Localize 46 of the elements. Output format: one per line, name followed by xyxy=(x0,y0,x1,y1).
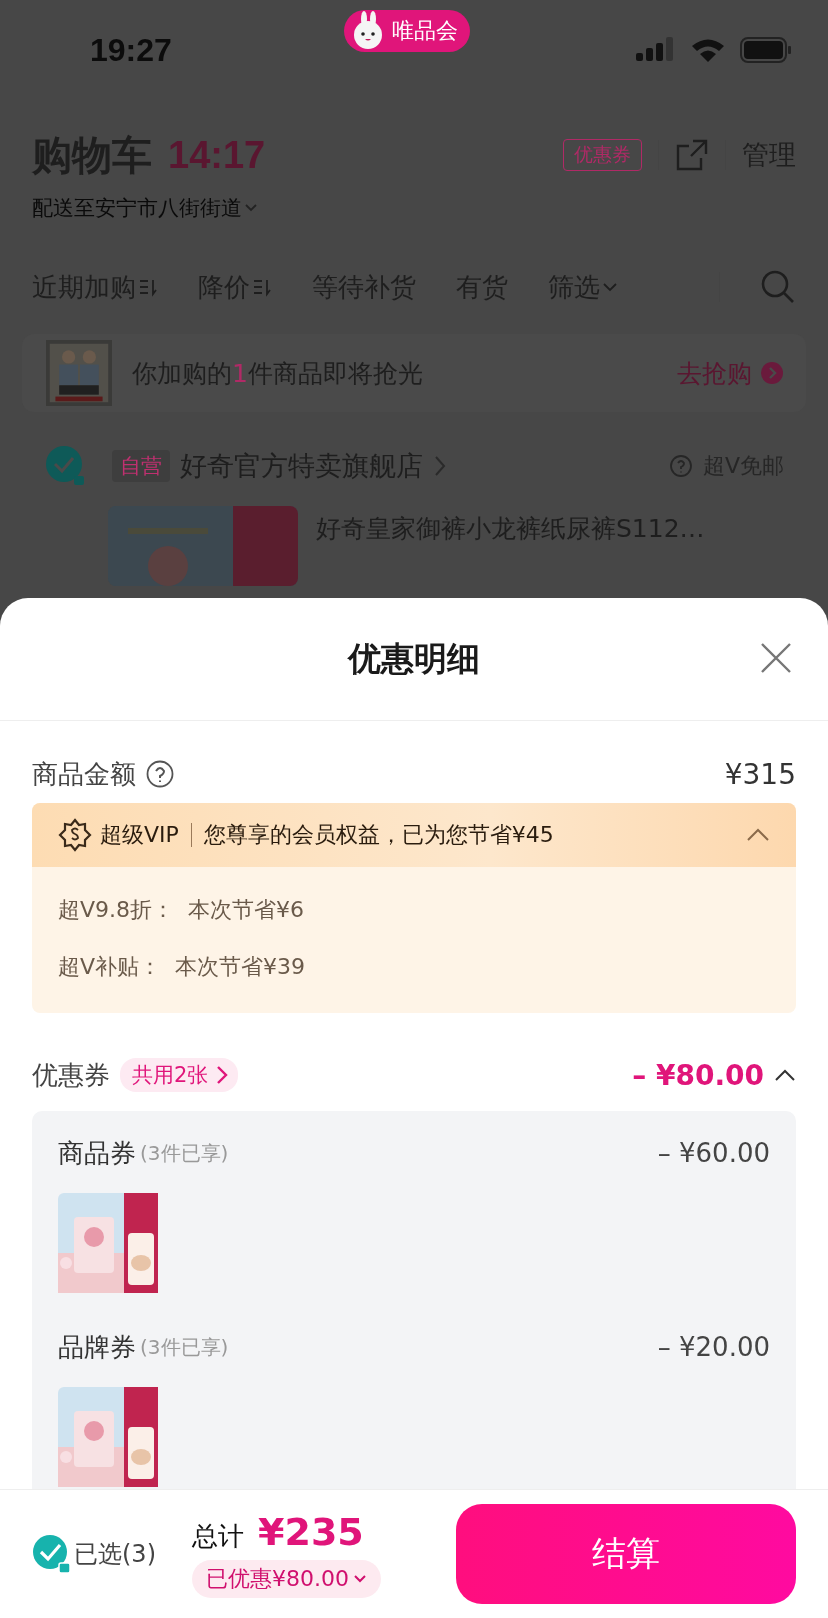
coupon-amount: – ¥20.00 xyxy=(657,1332,770,1362)
coupon-name: 商品券 xyxy=(58,1136,136,1170)
arrow-right-icon xyxy=(760,361,784,385)
coupon-count-tag[interactable]: 共用2张 xyxy=(120,1058,239,1092)
chevron-down-icon xyxy=(353,1574,367,1584)
benefit-value: 本次节省¥39 xyxy=(175,952,306,981)
coupon-amount: – ¥60.00 xyxy=(657,1138,770,1168)
chevron-right-icon xyxy=(433,454,447,478)
sort-icon xyxy=(252,277,272,297)
share-icon[interactable] xyxy=(675,138,709,172)
sheet-title: 优惠明细 xyxy=(348,637,480,680)
coupon-total: – ¥80.00 xyxy=(632,1058,764,1092)
chevron-down-icon xyxy=(244,203,258,213)
address-selector[interactable]: 配送至安宁市八街街道 xyxy=(0,190,828,226)
benefit-value: 本次节省¥6 xyxy=(188,895,305,924)
selected-count: 已选(3) xyxy=(74,1539,156,1570)
vip-badge-icon xyxy=(58,818,92,852)
close-icon[interactable] xyxy=(760,642,792,674)
signal-icon xyxy=(636,37,676,63)
self-operated-tag: 自营 xyxy=(112,450,170,482)
chevron-icon[interactable] xyxy=(774,1068,796,1082)
vip-summary: 您尊享的会员权益，已为您节省¥45 xyxy=(203,821,554,849)
coupon-button[interactable]: 优惠券 xyxy=(563,139,642,171)
goods-amount-label: 商品金额 xyxy=(32,757,136,791)
wifi-icon xyxy=(690,37,726,63)
coupon-label: 优惠券 xyxy=(32,1058,110,1092)
discount-pill[interactable]: 已优惠¥80.00 xyxy=(192,1560,381,1598)
coupon-note: (3件已享) xyxy=(140,1139,229,1167)
chevron-down-icon xyxy=(602,281,618,293)
benefit-label: 超V补贴： xyxy=(58,952,162,981)
vip-label: 超级VIP xyxy=(100,821,179,849)
benefit-label: 超V9.8折： xyxy=(58,895,175,924)
app-badge: 唯品会 xyxy=(344,10,470,52)
checkbox-icon[interactable] xyxy=(32,1534,72,1574)
coupon-note: (3件已享) xyxy=(140,1333,229,1361)
battery-icon xyxy=(740,37,792,63)
checkout-button[interactable]: 结算 xyxy=(456,1504,796,1604)
help-icon[interactable] xyxy=(146,760,174,788)
coupon-name: 品牌券 xyxy=(58,1330,136,1364)
goods-amount-value: ¥315 xyxy=(724,757,796,791)
search-icon[interactable] xyxy=(760,269,796,305)
status-time: 19:27 xyxy=(90,31,172,69)
chevron-right-icon xyxy=(216,1065,229,1085)
total-price: ¥235 xyxy=(258,1510,364,1554)
total-label: 总计 xyxy=(192,1520,244,1553)
sort-icon xyxy=(138,277,158,297)
